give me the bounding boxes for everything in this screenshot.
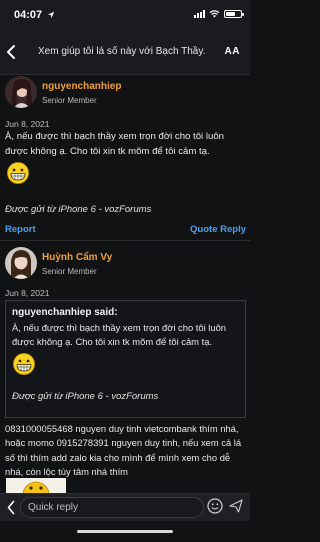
quote-author[interactable]: nguyenchanhiep said: <box>12 307 118 318</box>
quote-block: nguyenchanhiep said: À, nếu được thì bạc… <box>5 300 246 418</box>
home-indicator[interactable] <box>77 530 173 533</box>
avatar[interactable] <box>5 247 37 279</box>
post-header: Huỳnh Cẩm Vy Senior Member <box>0 247 250 287</box>
post-signature: Được gửi từ iPhone 6 - vozForums <box>5 204 152 215</box>
quote-signature: Được gửi từ iPhone 6 - vozForums <box>12 391 159 402</box>
back-chevron-icon[interactable] <box>7 500 15 515</box>
navigation-bar: Xem giúp tôi lá số này với Bạch Thầy. AA <box>0 32 250 75</box>
grinning-emoji-icon <box>7 162 29 184</box>
quote-reply-link[interactable]: Quote Reply <box>190 224 246 235</box>
home-indicator-area <box>0 521 250 542</box>
emoji-picker-icon[interactable] <box>207 498 223 514</box>
post-body: 0831000055468 nguyen duy tinh vietcomban… <box>5 423 242 477</box>
battery-icon <box>224 10 244 18</box>
post-2: Huỳnh Cẩm Vy Senior Member Jun 8, 2021 n… <box>0 244 250 493</box>
status-bar: 04:07 <box>0 0 250 32</box>
post-body: À, nếu được thì bạch thầy xem trọn đời c… <box>5 131 224 157</box>
text-size-button[interactable]: AA <box>225 46 240 57</box>
cellular-signal-icon <box>194 10 205 18</box>
user-title: Senior Member <box>42 267 97 276</box>
quick-reply-placeholder: Quick reply <box>28 502 79 513</box>
location-arrow-icon <box>47 11 55 19</box>
quick-reply-bar: Quick reply <box>0 493 250 522</box>
send-icon[interactable] <box>229 499 243 513</box>
report-link[interactable]: Report <box>5 224 36 235</box>
post-date: Jun 8, 2021 <box>5 288 50 298</box>
post-header: nguyenchanhiep Senior Member <box>0 76 250 116</box>
post-1: nguyenchanhiep Senior Member Jun 8, 2021… <box>0 74 250 237</box>
thread-title: Xem giúp tôi lá số này với Bạch Thầy. <box>38 46 206 57</box>
quick-reply-input[interactable]: Quick reply <box>20 497 204 518</box>
grinning-emoji-icon <box>13 353 35 375</box>
post-divider <box>0 240 250 241</box>
sticker-image <box>6 478 66 493</box>
username[interactable]: nguyenchanhiep <box>42 81 121 92</box>
status-icons <box>194 10 244 18</box>
quote-text: À, nếu được thì bạch thầy xem trọn đời c… <box>12 322 226 347</box>
post-date: Jun 8, 2021 <box>5 119 50 129</box>
wifi-icon <box>209 10 220 18</box>
back-chevron-icon[interactable] <box>6 44 16 60</box>
username[interactable]: Huỳnh Cẩm Vy <box>42 252 112 263</box>
user-title: Senior Member <box>42 96 97 105</box>
battery-level-fill <box>226 12 236 16</box>
status-time: 04:07 <box>14 9 43 21</box>
avatar[interactable] <box>5 76 37 108</box>
